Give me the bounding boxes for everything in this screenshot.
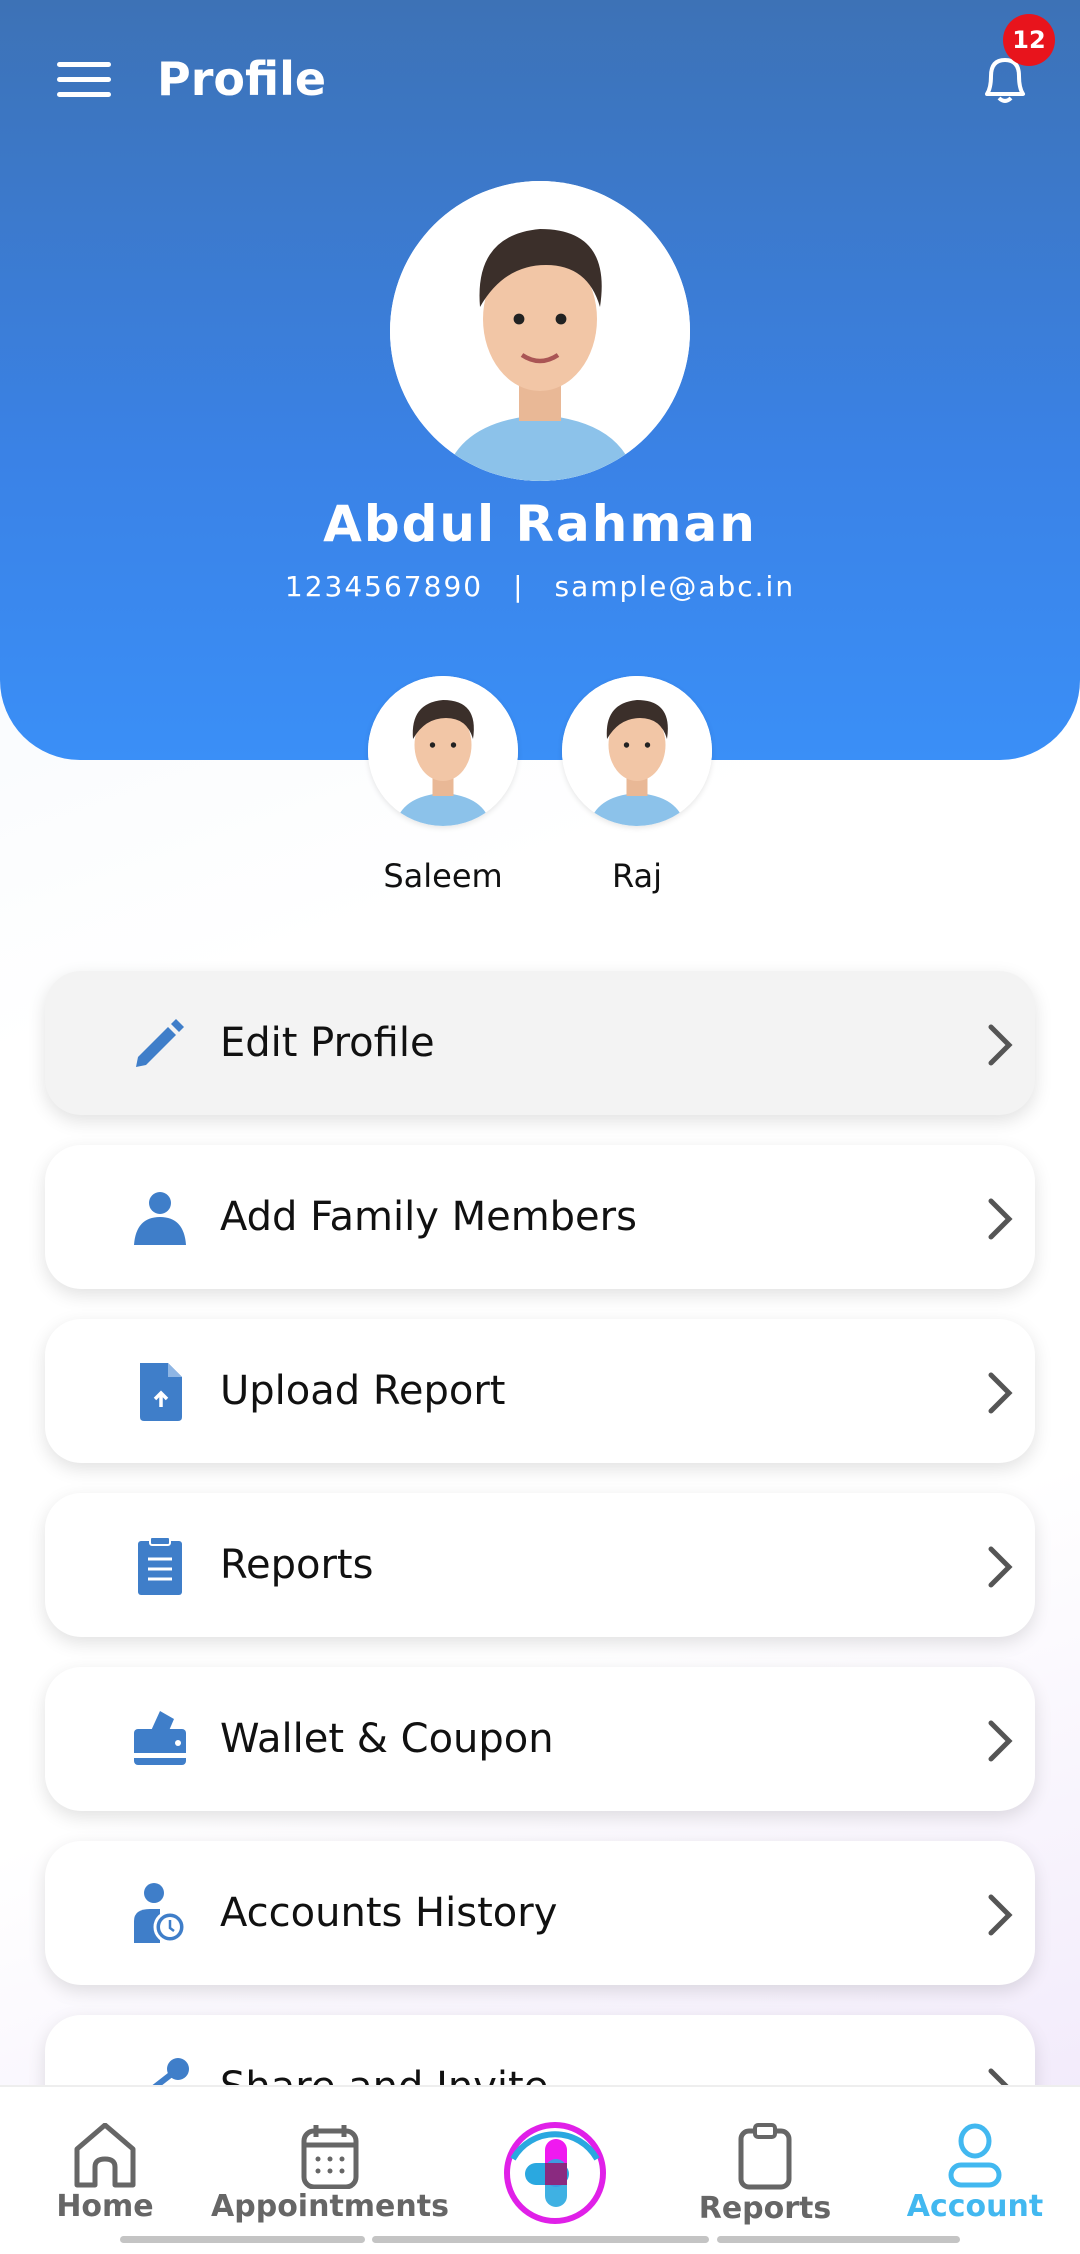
menu-label: Accounts History bbox=[220, 1890, 558, 1936]
account-icon bbox=[948, 2123, 1002, 2188]
menu-label: Reports bbox=[220, 1542, 374, 1588]
menu-edit-profile[interactable]: Edit Profile bbox=[45, 971, 1035, 1115]
chevron-right-icon bbox=[988, 1372, 1013, 1414]
chevron-right-icon bbox=[988, 1720, 1013, 1762]
nav-account[interactable]: Account bbox=[895, 2087, 1055, 2237]
tab-indicator bbox=[717, 2236, 960, 2243]
menu-label: Edit Profile bbox=[220, 1020, 435, 1066]
chevron-right-icon bbox=[988, 1894, 1013, 1936]
email: sample@abc.in bbox=[554, 570, 796, 603]
profile-header: Profile 12 Abdul Rahman 1234567890 | sampl… bbox=[0, 0, 1080, 760]
calendar-icon bbox=[301, 2125, 359, 2189]
nav-label: Appointments bbox=[211, 2189, 449, 2224]
tab-indicator bbox=[120, 2236, 365, 2243]
menu-upload-report[interactable]: Upload Report bbox=[45, 1319, 1035, 1463]
nav-appointments[interactable]: Appointments bbox=[205, 2087, 455, 2237]
nav-label: Reports bbox=[698, 2191, 832, 2226]
family-avatar-saleem[interactable] bbox=[368, 676, 518, 826]
menu-label: Upload Report bbox=[220, 1368, 506, 1414]
avatar-image bbox=[562, 676, 712, 826]
home-icon bbox=[74, 2123, 136, 2188]
avatar-image bbox=[390, 181, 690, 481]
nav-label: Account bbox=[906, 2189, 1044, 2224]
family-name-saleem[interactable]: Saleem bbox=[343, 857, 543, 895]
menu-wallet-coupon[interactable]: Wallet & Coupon bbox=[45, 1667, 1035, 1811]
chevron-right-icon bbox=[988, 1198, 1013, 1240]
menu-accounts-history[interactable]: Accounts History bbox=[45, 1841, 1035, 1985]
notification-badge[interactable]: 12 bbox=[1003, 14, 1055, 66]
chevron-right-icon bbox=[988, 1546, 1013, 1588]
medical-cross-logo-icon bbox=[504, 2122, 606, 2224]
tab-indicator bbox=[372, 2236, 709, 2243]
menu-icon[interactable] bbox=[57, 62, 111, 98]
person-icon bbox=[134, 1192, 186, 1245]
wallet-icon bbox=[134, 1711, 186, 1765]
nav-home[interactable]: Home bbox=[40, 2087, 170, 2237]
page-title: Profile bbox=[157, 52, 327, 106]
menu-label: Wallet & Coupon bbox=[220, 1716, 554, 1762]
clipboard-icon bbox=[138, 1536, 182, 1595]
nav-center-logo[interactable] bbox=[495, 2087, 615, 2237]
profile-name: Abdul Rahman bbox=[323, 495, 757, 553]
bottom-nav: Home Appointments Reports Account bbox=[0, 2085, 1080, 2254]
file-upload-icon bbox=[140, 1363, 182, 1421]
chevron-right-icon bbox=[988, 1024, 1013, 1066]
pencil-icon bbox=[136, 1019, 184, 1067]
clipboard-icon bbox=[738, 2123, 792, 2190]
separator: | bbox=[513, 570, 525, 603]
family-avatar-raj[interactable] bbox=[562, 676, 712, 826]
menu-reports[interactable]: Reports bbox=[45, 1493, 1035, 1637]
nav-reports[interactable]: Reports bbox=[690, 2087, 840, 2237]
menu-add-family-members[interactable]: Add Family Members bbox=[45, 1145, 1035, 1289]
nav-label: Home bbox=[56, 2189, 154, 2224]
family-name-raj[interactable]: Raj bbox=[537, 857, 737, 895]
profile-avatar[interactable] bbox=[390, 181, 690, 481]
menu-label: Add Family Members bbox=[220, 1194, 637, 1240]
user-clock-icon bbox=[134, 1883, 187, 1943]
avatar-image bbox=[368, 676, 518, 826]
profile-contact: 1234567890 | sample@abc.in bbox=[0, 570, 1080, 603]
phone-number: 1234567890 bbox=[284, 570, 484, 603]
